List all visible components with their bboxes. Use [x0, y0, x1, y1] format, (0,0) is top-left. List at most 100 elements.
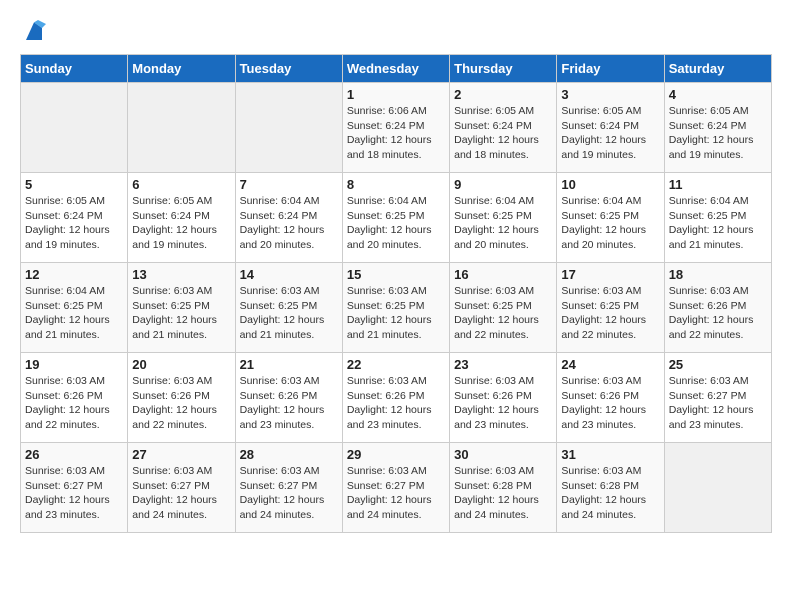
calendar-cell	[664, 443, 771, 533]
day-number: 3	[561, 87, 659, 102]
day-number: 6	[132, 177, 230, 192]
calendar-cell: 15Sunrise: 6:03 AMSunset: 6:25 PMDayligh…	[342, 263, 449, 353]
calendar-cell: 13Sunrise: 6:03 AMSunset: 6:25 PMDayligh…	[128, 263, 235, 353]
week-row-3: 19 Sunrise: 6:03 AMSunset: 6:26 PMDayligh…	[21, 353, 772, 443]
day-info: Sunrise: 6:03 AMSunset: 6:28 PMDaylight:…	[454, 464, 552, 523]
day-info: Sunrise: 6:03 AMSunset: 6:25 PMDaylight:…	[454, 284, 552, 343]
day-number: 29	[347, 447, 445, 462]
day-info: Sunrise: 6:03 AMSunset: 6:26 PMDaylight:…	[454, 374, 552, 433]
calendar-cell: 14 Sunrise: 6:03 AMSunset: 6:25 PMDayligh…	[235, 263, 342, 353]
calendar-cell: 2 Sunrise: 6:05 AMSunset: 6:24 PMDaylight…	[450, 83, 557, 173]
day-number: 22	[347, 357, 445, 372]
calendar-cell: 25 Sunrise: 6:03 AMSunset: 6:27 PMDayligh…	[664, 353, 771, 443]
calendar-cell: 5 Sunrise: 6:05 AMSunset: 6:24 PMDaylight…	[21, 173, 128, 263]
calendar-cell: 10 Sunrise: 6:04 AMSunset: 6:25 PMDayligh…	[557, 173, 664, 263]
header-day-sunday: Sunday	[21, 55, 128, 83]
calendar-cell: 17 Sunrise: 6:03 AMSunset: 6:25 PMDayligh…	[557, 263, 664, 353]
calendar-cell: 18 Sunrise: 6:03 AMSunset: 6:26 PMDayligh…	[664, 263, 771, 353]
calendar-cell: 9Sunrise: 6:04 AMSunset: 6:25 PMDaylight…	[450, 173, 557, 263]
calendar-cell: 16 Sunrise: 6:03 AMSunset: 6:25 PMDayligh…	[450, 263, 557, 353]
day-number: 14	[240, 267, 338, 282]
week-row-2: 12 Sunrise: 6:04 AMSunset: 6:25 PMDayligh…	[21, 263, 772, 353]
day-info: Sunrise: 6:03 AMSunset: 6:27 PMDaylight:…	[347, 464, 445, 523]
calendar-cell: 31 Sunrise: 6:03 AMSunset: 6:28 PMDayligh…	[557, 443, 664, 533]
day-info: Sunrise: 6:04 AMSunset: 6:25 PMDaylight:…	[347, 194, 445, 253]
day-number: 21	[240, 357, 338, 372]
calendar-cell: 8 Sunrise: 6:04 AMSunset: 6:25 PMDaylight…	[342, 173, 449, 263]
day-number: 18	[669, 267, 767, 282]
day-number: 5	[25, 177, 123, 192]
day-info: Sunrise: 6:03 AMSunset: 6:27 PMDaylight:…	[25, 464, 123, 523]
header-day-wednesday: Wednesday	[342, 55, 449, 83]
day-number: 30	[454, 447, 552, 462]
header-day-tuesday: Tuesday	[235, 55, 342, 83]
day-number: 12	[25, 267, 123, 282]
day-info: Sunrise: 6:03 AMSunset: 6:27 PMDaylight:…	[132, 464, 230, 523]
day-info: Sunrise: 6:03 AMSunset: 6:26 PMDaylight:…	[240, 374, 338, 433]
calendar-cell	[128, 83, 235, 173]
day-number: 17	[561, 267, 659, 282]
day-number: 2	[454, 87, 552, 102]
calendar-cell: 21 Sunrise: 6:03 AMSunset: 6:26 PMDayligh…	[235, 353, 342, 443]
day-info: Sunrise: 6:03 AMSunset: 6:26 PMDaylight:…	[132, 374, 230, 433]
day-number: 16	[454, 267, 552, 282]
day-number: 27	[132, 447, 230, 462]
logo-icon	[22, 20, 46, 44]
day-info: Sunrise: 6:03 AMSunset: 6:27 PMDaylight:…	[669, 374, 767, 433]
day-number: 4	[669, 87, 767, 102]
page-header	[20, 20, 772, 44]
calendar-cell: 30 Sunrise: 6:03 AMSunset: 6:28 PMDayligh…	[450, 443, 557, 533]
calendar-cell: 28Sunrise: 6:03 AMSunset: 6:27 PMDayligh…	[235, 443, 342, 533]
day-info: Sunrise: 6:03 AMSunset: 6:25 PMDaylight:…	[561, 284, 659, 343]
week-row-1: 5 Sunrise: 6:05 AMSunset: 6:24 PMDaylight…	[21, 173, 772, 263]
calendar-cell: 19 Sunrise: 6:03 AMSunset: 6:26 PMDayligh…	[21, 353, 128, 443]
header-day-saturday: Saturday	[664, 55, 771, 83]
day-info: Sunrise: 6:05 AMSunset: 6:24 PMDaylight:…	[25, 194, 123, 253]
calendar-cell	[21, 83, 128, 173]
header-day-friday: Friday	[557, 55, 664, 83]
calendar-cell: 27 Sunrise: 6:03 AMSunset: 6:27 PMDayligh…	[128, 443, 235, 533]
calendar-table: SundayMondayTuesdayWednesdayThursdayFrid…	[20, 54, 772, 533]
day-number: 19	[25, 357, 123, 372]
calendar-cell	[235, 83, 342, 173]
calendar-cell: 11Sunrise: 6:04 AMSunset: 6:25 PMDayligh…	[664, 173, 771, 263]
calendar-body: 1Sunrise: 6:06 AMSunset: 6:24 PMDaylight…	[21, 83, 772, 533]
day-info: Sunrise: 6:05 AMSunset: 6:24 PMDaylight:…	[669, 104, 767, 163]
day-info: Sunrise: 6:04 AMSunset: 6:25 PMDaylight:…	[454, 194, 552, 253]
day-number: 10	[561, 177, 659, 192]
day-number: 24	[561, 357, 659, 372]
calendar-cell: 12 Sunrise: 6:04 AMSunset: 6:25 PMDayligh…	[21, 263, 128, 353]
calendar-cell: 29 Sunrise: 6:03 AMSunset: 6:27 PMDayligh…	[342, 443, 449, 533]
calendar-cell: 24Sunrise: 6:03 AMSunset: 6:26 PMDayligh…	[557, 353, 664, 443]
day-info: Sunrise: 6:04 AMSunset: 6:25 PMDaylight:…	[561, 194, 659, 253]
day-info: Sunrise: 6:03 AMSunset: 6:28 PMDaylight:…	[561, 464, 659, 523]
calendar-cell: 22Sunrise: 6:03 AMSunset: 6:26 PMDayligh…	[342, 353, 449, 443]
header-day-monday: Monday	[128, 55, 235, 83]
day-info: Sunrise: 6:03 AMSunset: 6:26 PMDaylight:…	[25, 374, 123, 433]
calendar-header: SundayMondayTuesdayWednesdayThursdayFrid…	[21, 55, 772, 83]
day-info: Sunrise: 6:05 AMSunset: 6:24 PMDaylight:…	[132, 194, 230, 253]
header-day-thursday: Thursday	[450, 55, 557, 83]
week-row-0: 1Sunrise: 6:06 AMSunset: 6:24 PMDaylight…	[21, 83, 772, 173]
day-number: 31	[561, 447, 659, 462]
day-number: 23	[454, 357, 552, 372]
day-info: Sunrise: 6:03 AMSunset: 6:25 PMDaylight:…	[240, 284, 338, 343]
calendar-cell: 23 Sunrise: 6:03 AMSunset: 6:26 PMDayligh…	[450, 353, 557, 443]
day-info: Sunrise: 6:04 AMSunset: 6:24 PMDaylight:…	[240, 194, 338, 253]
day-info: Sunrise: 6:03 AMSunset: 6:26 PMDaylight:…	[669, 284, 767, 343]
day-number: 26	[25, 447, 123, 462]
day-info: Sunrise: 6:05 AMSunset: 6:24 PMDaylight:…	[454, 104, 552, 163]
calendar-cell: 1Sunrise: 6:06 AMSunset: 6:24 PMDaylight…	[342, 83, 449, 173]
header-row: SundayMondayTuesdayWednesdayThursdayFrid…	[21, 55, 772, 83]
day-number: 8	[347, 177, 445, 192]
calendar-cell: 7 Sunrise: 6:04 AMSunset: 6:24 PMDaylight…	[235, 173, 342, 263]
day-number: 25	[669, 357, 767, 372]
day-info: Sunrise: 6:03 AMSunset: 6:27 PMDaylight:…	[240, 464, 338, 523]
day-info: Sunrise: 6:04 AMSunset: 6:25 PMDaylight:…	[669, 194, 767, 253]
logo	[20, 20, 46, 44]
day-number: 13	[132, 267, 230, 282]
week-row-4: 26 Sunrise: 6:03 AMSunset: 6:27 PMDayligh…	[21, 443, 772, 533]
day-info: Sunrise: 6:04 AMSunset: 6:25 PMDaylight:…	[25, 284, 123, 343]
calendar-cell: 3Sunrise: 6:05 AMSunset: 6:24 PMDaylight…	[557, 83, 664, 173]
day-number: 7	[240, 177, 338, 192]
